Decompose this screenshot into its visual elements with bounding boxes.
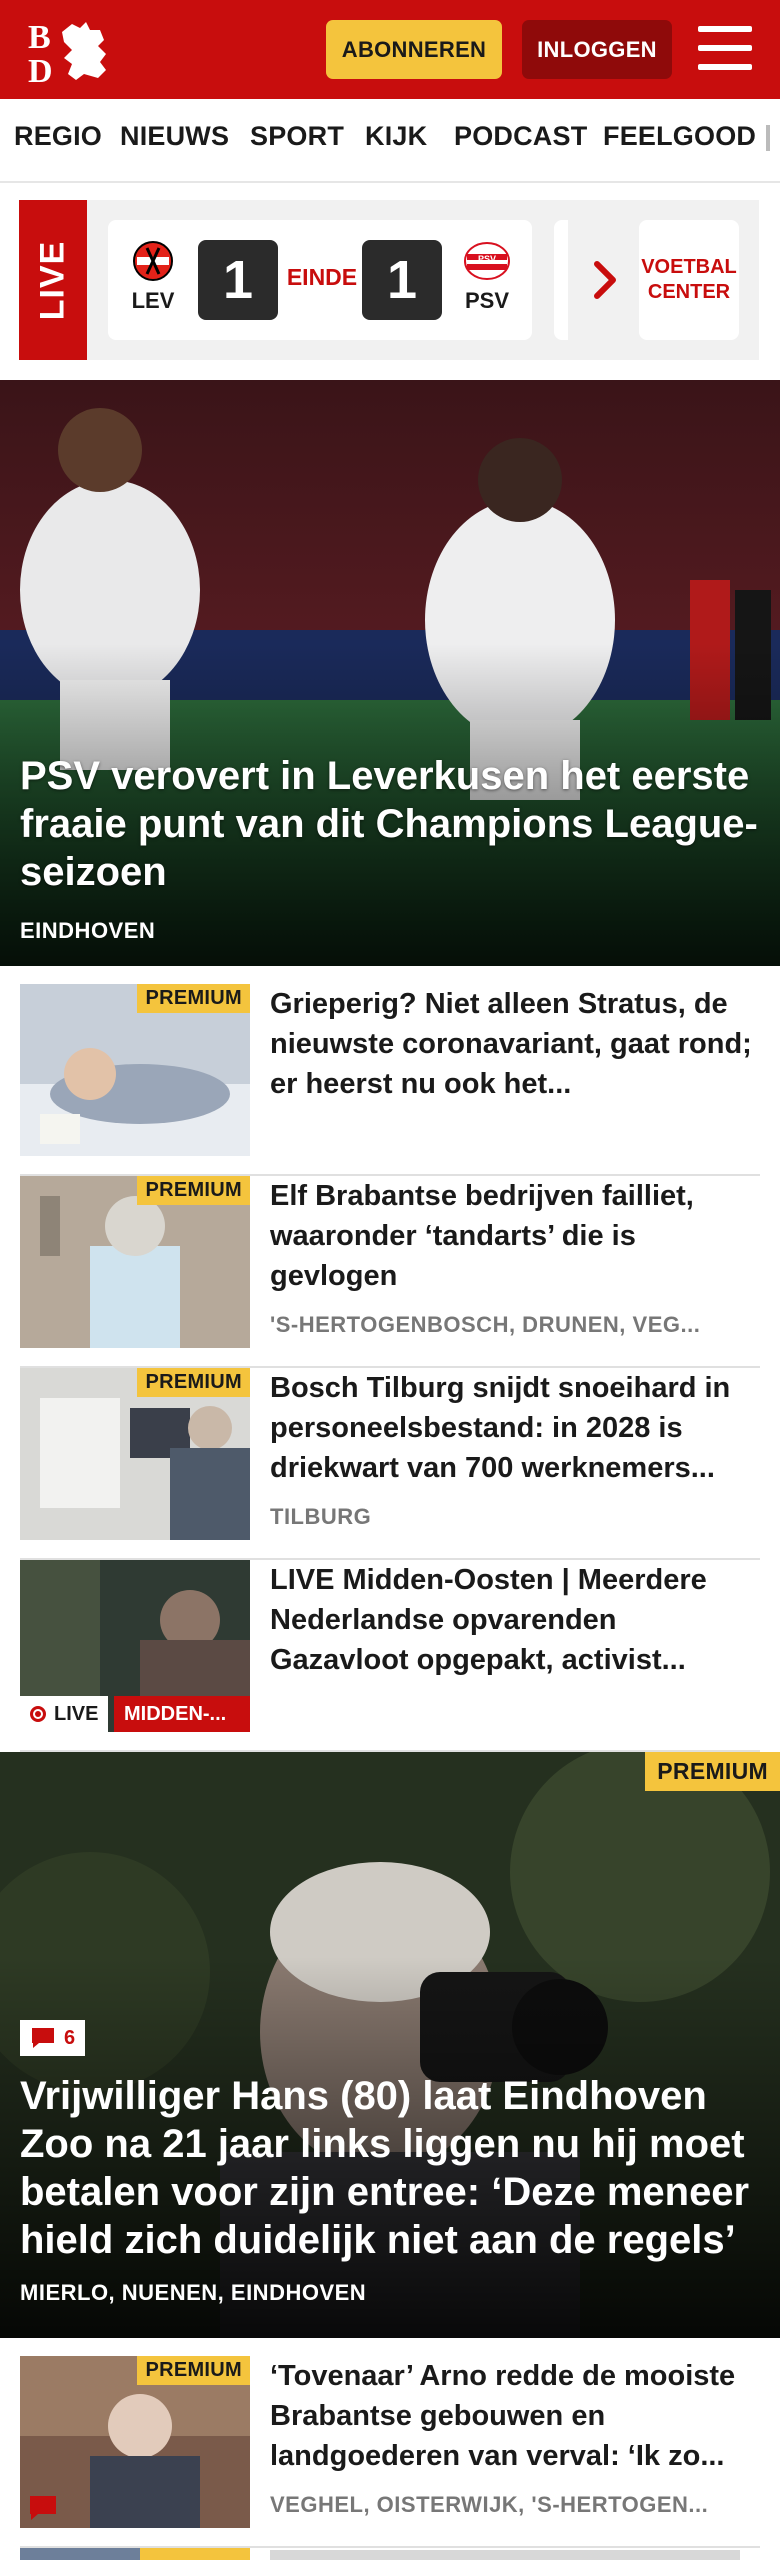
article-thumbnail: PREMIUM [20, 2356, 250, 2528]
nav-item-kijk[interactable]: KIJK [365, 121, 427, 152]
feature-title[interactable]: Vrijwilliger Hans (80) laat Eindhoven Zo… [20, 2072, 768, 2264]
premium-badge: PREMIUM [137, 2356, 250, 2385]
next-match-card[interactable] [554, 220, 568, 340]
feature-location: MIERLO, NUENEN, EINDHOVEN [20, 2280, 367, 2305]
hero-location: EINDHOVEN [20, 918, 156, 943]
article-thumbnail: LIVE MIDDEN-... [20, 1560, 250, 1732]
voetbal-center-link[interactable]: VOETBAL CENTER [639, 220, 739, 340]
psv-crest-icon: PSV [464, 242, 510, 280]
nav-item-feelgood[interactable]: FEELGOOD [603, 121, 756, 152]
article-location: VEGHEL, OISTERWIJK, 'S-HERTOGEN... [270, 2492, 709, 2517]
section-nav: REGIO NIEUWS SPORT KIJK PODCAST FEELGOOD [0, 99, 780, 183]
next-article-title-partial[interactable] [270, 2550, 740, 2560]
login-button[interactable]: INLOGGEN [522, 20, 672, 79]
article-title[interactable]: LIVE Midden-Oosten | Meerdere Nederlands… [270, 1560, 760, 1680]
svg-text:D: D [28, 53, 53, 84]
nav-item-regio[interactable]: REGIO [14, 121, 102, 152]
subscribe-button[interactable]: ABONNEREN [326, 20, 502, 79]
bd-logo[interactable]: B D [28, 18, 114, 84]
nav-item-nieuws[interactable]: NIEUWS [120, 121, 229, 152]
site-header: B D ABONNEREN INLOGGEN [0, 0, 780, 99]
leverkusen-crest-icon [133, 241, 173, 281]
home-team: LEV [118, 240, 188, 314]
away-team: PSV PSV [452, 240, 522, 314]
hero-article[interactable]: mas PSV verovert in Leverkusen het eerst… [0, 380, 780, 966]
menu-icon[interactable] [698, 24, 752, 72]
live-badge: LIVE [20, 1696, 109, 1732]
list-item[interactable]: PREMIUM Bosch Tilburg snijdt snoeihard i… [20, 1368, 760, 1560]
chevron-right-icon[interactable] [585, 250, 625, 310]
live-tag: LIVE [19, 200, 87, 360]
premium-badge: PREMIUM [645, 1752, 780, 1791]
article-title[interactable]: Bosch Tilburg snijdt snoeihard in person… [270, 1368, 760, 1488]
nav-overflow-hint [766, 125, 770, 151]
article-location: 'S-HERTOGENBOSCH, DRUNEN, VEG... [270, 1312, 701, 1337]
svg-text:B: B [28, 19, 51, 56]
article-thumbnail: PREMIUM [20, 984, 250, 1156]
premium-badge: PREMIUM [137, 984, 250, 1013]
premium-badge: PREMIUM [137, 1368, 250, 1397]
comment-icon [30, 2496, 56, 2520]
comment-count-badge[interactable]: 6 [20, 2020, 86, 2056]
live-dot-icon [30, 1706, 46, 1722]
nav-item-sport[interactable]: SPORT [250, 121, 344, 152]
article-title[interactable]: Elf Brabantse bedrijven failliet, waaron… [270, 1176, 760, 1296]
nav-item-podcast[interactable]: PODCAST [454, 121, 587, 152]
article-title[interactable]: ‘Tovenaar’ Arno redde de mooiste Brabant… [270, 2356, 760, 2476]
article-title[interactable]: Grieperig? Niet alleen Stratus, de nieuw… [270, 984, 760, 1104]
article-thumbnail: PREMIUM [20, 1176, 250, 1348]
live-score-bar: LIVE LEV 1 EINDE 1 PSV PSV VOETBAL CENTE… [19, 200, 759, 360]
home-score: 1 [198, 240, 278, 320]
svg-text:PSV: PSV [478, 254, 496, 264]
list-item[interactable]: PREMIUM Grieperig? Niet alleen Stratus, … [20, 984, 760, 1176]
feature-article[interactable]: PREMIUM 6 Vrijwilliger Hans (80) laat Ei… [0, 1752, 780, 2338]
topic-badge: MIDDEN-... [114, 1696, 250, 1732]
article-location: TILBURG [270, 1504, 372, 1529]
premium-badge-partial [140, 2548, 250, 2560]
match-status: EINDE [286, 264, 358, 290]
list-item[interactable]: PREMIUM Elf Brabantse bedrijven failliet… [20, 1176, 760, 1368]
away-score: 1 [362, 240, 442, 320]
comment-icon [32, 2028, 54, 2048]
hero-title[interactable]: PSV verovert in Leverkusen het eerste fr… [20, 752, 762, 896]
article-thumbnail: PREMIUM [20, 1368, 250, 1540]
match-card[interactable]: LEV 1 EINDE 1 PSV PSV [108, 220, 532, 340]
premium-badge: PREMIUM [137, 1176, 250, 1205]
list-item[interactable]: PREMIUM ‘Tovenaar’ Arno redde de mooiste… [20, 2356, 760, 2548]
list-item[interactable]: LIVE MIDDEN-... LIVE Midden-Oosten | Mee… [20, 1560, 760, 1752]
